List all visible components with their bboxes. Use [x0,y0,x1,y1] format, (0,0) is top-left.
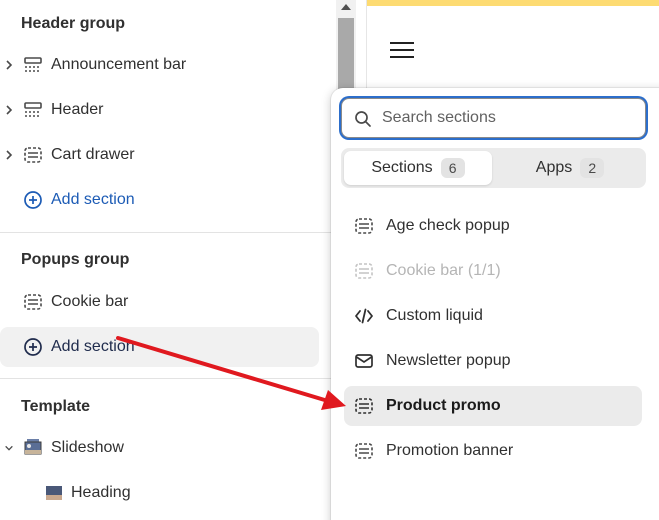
chevron-right-icon[interactable] [4,104,14,116]
section-option-product-promo[interactable]: Product promo [344,386,642,426]
section-icon [355,263,373,279]
section-option-custom-liquid[interactable]: Custom liquid [344,296,642,336]
tab-label: Apps [535,159,573,176]
section-option-label: Custom liquid [386,307,483,324]
sidebar-item-label: Cookie bar [51,293,129,310]
add-section-popover: Sections 6 Apps 2 Age check popup Cookie… [331,88,659,520]
sidebar-item-label: Cart drawer [51,146,135,163]
hamburger-menu-icon[interactable] [390,42,414,60]
popover-tabs: Sections 6 Apps 2 [341,148,646,188]
add-section-label: Add section [51,191,135,208]
count-badge: 6 [440,158,465,178]
section-option-promotion-banner[interactable]: Promotion banner [344,431,642,471]
section-sidebar: Header group Announcement bar Header Car… [0,0,335,520]
popups-group-title: Popups group [21,251,130,268]
count-badge: 2 [580,158,605,178]
sidebar-item-cookie-bar[interactable]: Cookie bar [0,282,320,322]
scroll-up-arrow-icon[interactable] [341,4,351,10]
search-input[interactable] [382,107,637,129]
group-divider [0,378,335,379]
section-option-age-check-popup[interactable]: Age check popup [344,206,642,246]
section-option-label: Age check popup [386,217,510,234]
section-option-newsletter-popup[interactable]: Newsletter popup [344,341,642,381]
sidebar-item-header[interactable]: Header [0,90,320,130]
sidebar-item-label: Slideshow [51,439,124,456]
tab-apps[interactable]: Apps 2 [496,151,644,185]
template-title: Template [21,398,91,415]
search-sections-field[interactable] [341,98,646,138]
preview-announcement-strip [366,0,659,6]
announcement-bar-icon [24,57,42,72]
sidebar-item-label: Announcement bar [51,56,187,73]
section-option-label: Promotion banner [386,442,514,459]
slideshow-icon [24,439,42,455]
envelope-icon [355,354,373,368]
group-divider [0,232,335,233]
image-heading-icon [46,486,62,500]
tab-sections[interactable]: Sections 6 [344,151,492,185]
chevron-down-icon[interactable] [4,442,14,454]
chevron-right-icon[interactable] [4,149,14,161]
add-section-button-header-group[interactable]: Add section [0,180,320,220]
section-icon [24,147,42,163]
tab-label: Sections [371,159,433,176]
sidebar-item-label: Header [51,101,104,118]
section-icon [355,443,373,459]
add-section-label: Add section [51,338,135,355]
add-section-button-popups-group[interactable]: Add section [0,327,319,367]
section-icon [355,218,373,234]
plus-circle-icon [24,338,42,356]
section-option-label: Newsletter popup [386,352,511,369]
header-icon [24,102,42,117]
plus-circle-icon [24,191,42,209]
section-icon [24,294,42,310]
sidebar-item-announcement-bar[interactable]: Announcement bar [0,45,320,85]
section-option-cookie-bar[interactable]: Cookie bar (1/1) [344,251,642,291]
section-option-label: Product promo [386,397,501,414]
section-icon [355,398,373,414]
code-icon [355,308,373,324]
chevron-right-icon[interactable] [4,59,14,71]
sidebar-item-slideshow[interactable]: Slideshow [0,428,320,468]
sidebar-item-cart-drawer[interactable]: Cart drawer [0,135,320,175]
section-option-label: Cookie bar (1/1) [386,262,501,279]
sidebar-item-label: Heading [71,484,131,501]
search-icon [355,111,371,127]
header-group-title: Header group [21,15,126,32]
sidebar-item-heading[interactable]: Heading [0,473,320,513]
